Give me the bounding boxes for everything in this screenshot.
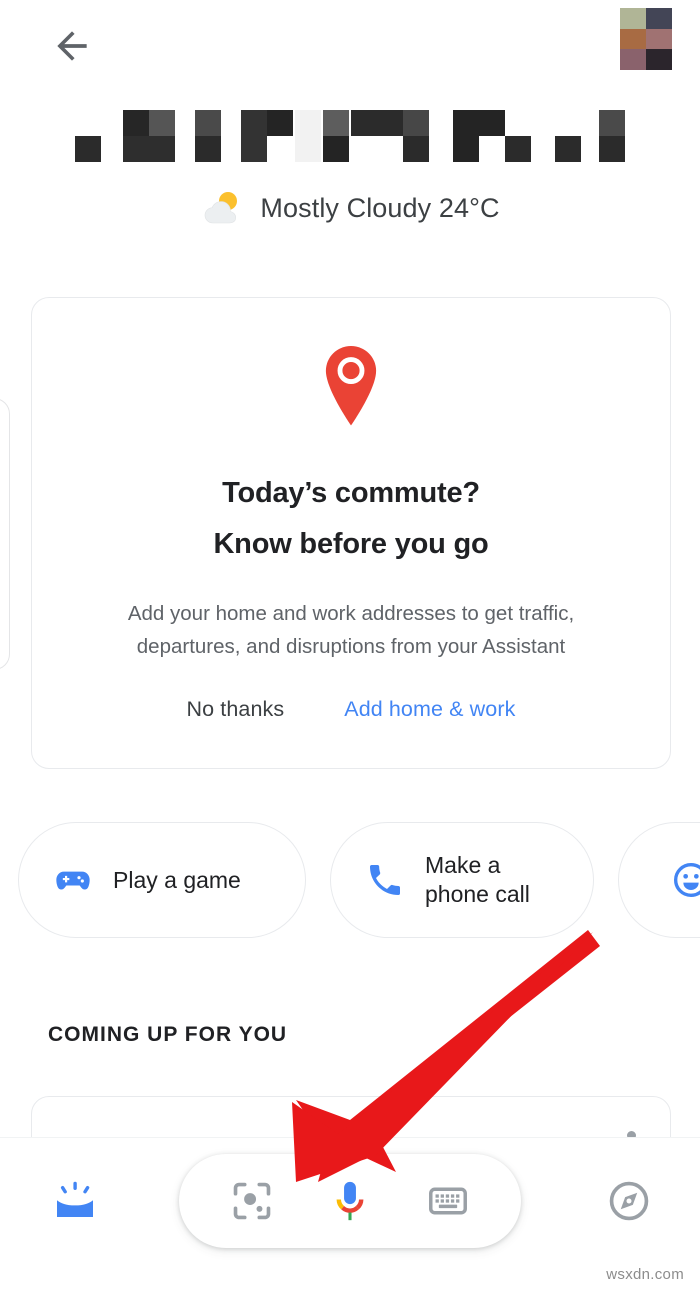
commute-card-description-line2: departures, and disruptions from your As… bbox=[136, 635, 566, 659]
redaction-block bbox=[241, 110, 293, 162]
redaction-block bbox=[295, 110, 321, 162]
arrow-back-icon bbox=[57, 31, 87, 61]
bottom-navigation-bar bbox=[0, 1137, 700, 1291]
coming-up-section-title: COMING UP FOR YOU bbox=[48, 1023, 288, 1046]
commute-card: Today’s commute? Know before you go Add … bbox=[31, 297, 671, 769]
keyboard-icon bbox=[429, 1187, 467, 1215]
redaction-block bbox=[123, 110, 175, 162]
top-bar bbox=[0, 0, 700, 90]
chip-label-line1: Make a bbox=[425, 852, 501, 879]
redaction-block bbox=[351, 110, 429, 162]
commute-card-description: Add your home and work addresses to get … bbox=[61, 597, 641, 663]
keyboard-button[interactable] bbox=[419, 1172, 477, 1230]
chip-make-a-phone-call[interactable]: Make a phone call bbox=[330, 822, 594, 938]
nav-snapshot-button[interactable] bbox=[44, 1170, 106, 1232]
back-button[interactable] bbox=[44, 18, 100, 74]
redaction-block bbox=[453, 110, 531, 162]
google-lens-button[interactable] bbox=[223, 1172, 281, 1230]
commute-card-title-line1: Today’s commute? bbox=[222, 477, 480, 509]
redaction-block bbox=[323, 110, 349, 162]
chip-label-line1: Play a game bbox=[113, 866, 241, 893]
redaction-block bbox=[599, 110, 625, 162]
avatar-tile bbox=[620, 8, 646, 29]
assistant-search-pill bbox=[179, 1154, 521, 1248]
commute-card-description-line1: Add your home and work addresses to get … bbox=[127, 602, 575, 625]
avatar-tile bbox=[620, 28, 646, 50]
suggestion-chips: Play a game Make a phone call bbox=[0, 818, 700, 942]
avatar[interactable] bbox=[620, 8, 672, 70]
redaction-block bbox=[195, 110, 221, 162]
chip-label: Play a game bbox=[113, 866, 241, 895]
chip-third-partial[interactable] bbox=[618, 822, 700, 938]
discover-snapshot-icon bbox=[57, 1181, 93, 1217]
weather-summary[interactable]: Mostly Cloudy 24°C bbox=[0, 185, 700, 231]
voice-search-button[interactable] bbox=[321, 1172, 379, 1230]
no-thanks-button[interactable]: No thanks bbox=[187, 697, 285, 722]
compass-explore-icon bbox=[609, 1181, 649, 1221]
greeting-redacted bbox=[0, 110, 700, 162]
chip-label: Make a phone call bbox=[425, 851, 530, 909]
google-mic-icon bbox=[336, 1181, 364, 1221]
gamepad-icon bbox=[53, 860, 93, 900]
partly-cloudy-icon bbox=[205, 192, 238, 224]
weather-text: Mostly Cloudy 24°C bbox=[260, 192, 500, 223]
map-pin-icon bbox=[325, 346, 377, 426]
commute-card-actions: No thanks Add home & work bbox=[187, 697, 516, 722]
avatar-tile bbox=[646, 28, 672, 50]
map-pin-icon-wrap bbox=[320, 346, 382, 433]
watermark: wsxdn.com bbox=[606, 1266, 684, 1283]
google-lens-icon bbox=[233, 1182, 271, 1220]
carousel-previous-card-peek[interactable] bbox=[0, 398, 10, 670]
assistant-home-screen: Mostly Cloudy 24°C Today’s commute? Know… bbox=[0, 0, 700, 1291]
nav-explore-button[interactable] bbox=[598, 1170, 660, 1232]
chip-play-a-game[interactable]: Play a game bbox=[18, 822, 306, 938]
avatar-tile bbox=[646, 49, 672, 70]
redaction-block bbox=[75, 136, 101, 162]
phone-icon bbox=[365, 860, 405, 900]
commute-card-title-line2: Know before you go bbox=[213, 528, 489, 560]
chip-label-line2: phone call bbox=[425, 881, 530, 907]
avatar-tile bbox=[646, 8, 672, 29]
redaction-block bbox=[555, 110, 581, 162]
smiley-face-icon bbox=[671, 860, 700, 900]
add-home-and-work-button[interactable]: Add home & work bbox=[344, 697, 515, 722]
avatar-tile bbox=[620, 49, 646, 70]
